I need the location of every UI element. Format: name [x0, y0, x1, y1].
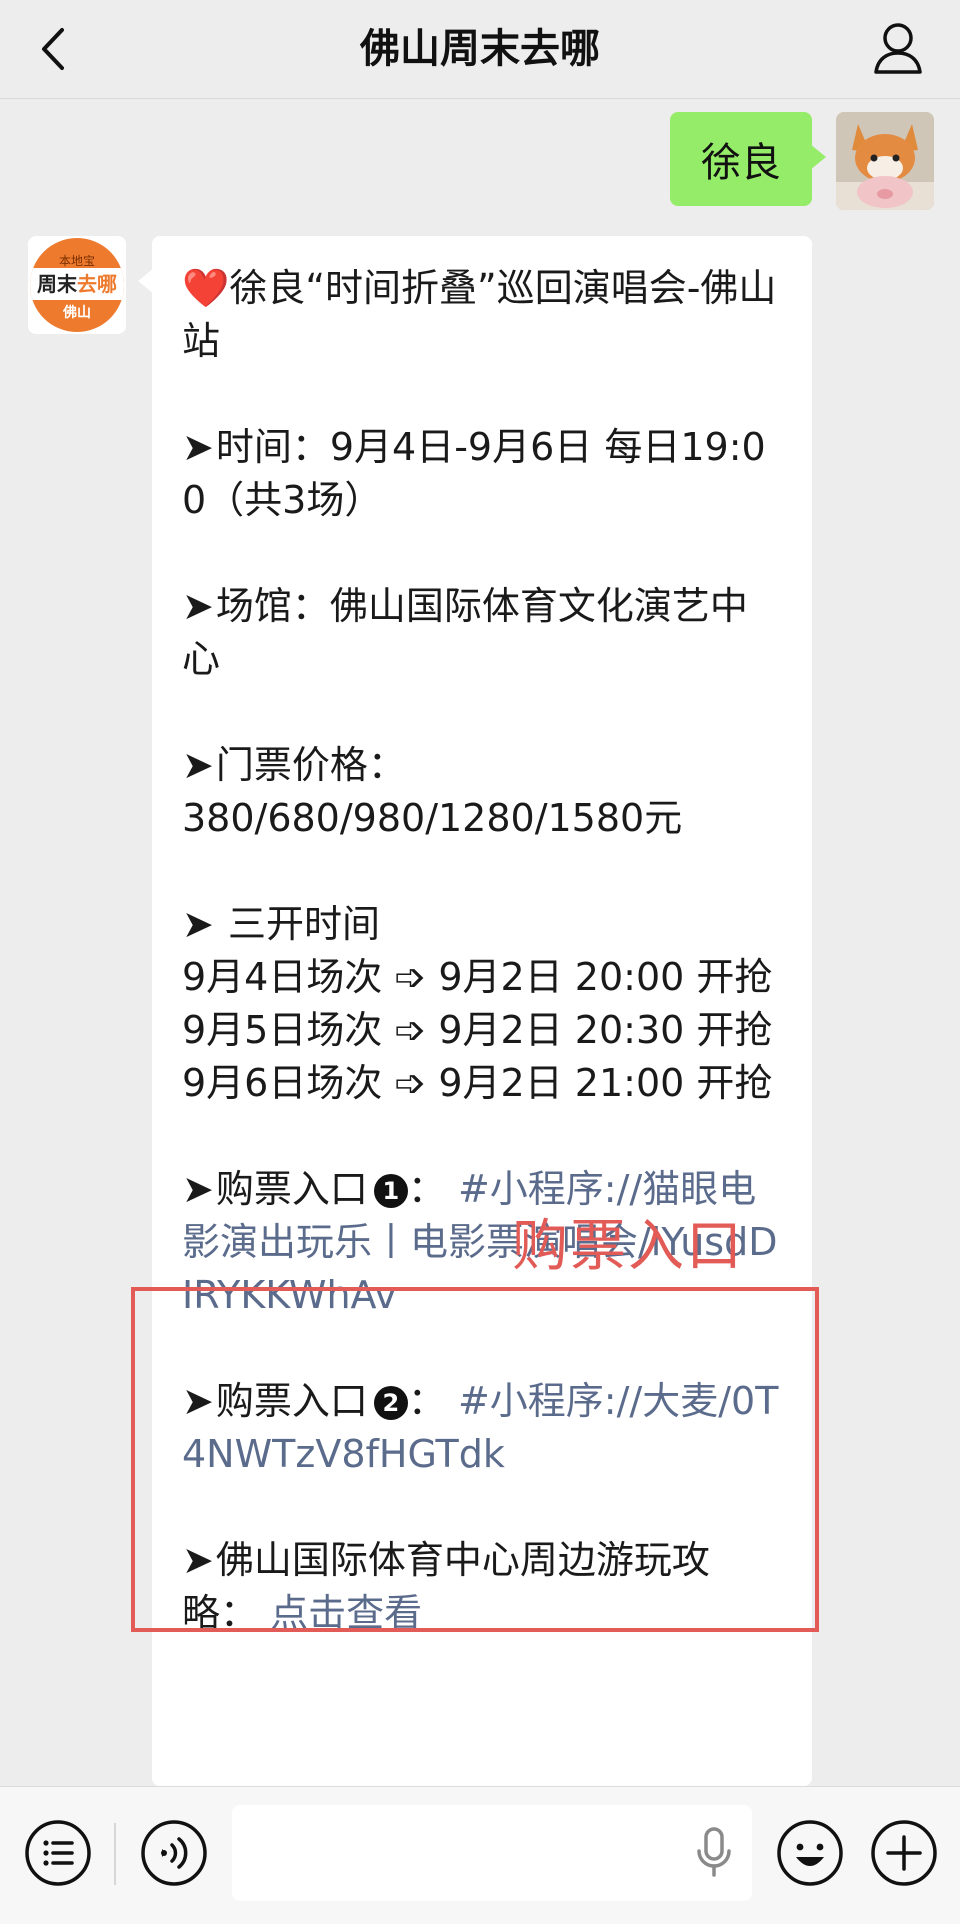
- arrow-icon: ➤: [182, 584, 214, 628]
- input-divider: [114, 1823, 116, 1885]
- sale-time-3: 9月6日场次 ➩ 9月2日 21:00 开抢: [182, 1061, 773, 1105]
- logo-band: 周末去哪: [30, 268, 124, 300]
- menu-button[interactable]: [24, 1819, 92, 1887]
- voice-toggle-icon: [141, 1820, 207, 1886]
- event-venue: ➤场馆：佛山国际体育文化演艺中心: [182, 580, 784, 686]
- input-bar: [0, 1786, 960, 1924]
- number-one-badge: 1: [373, 1174, 408, 1208]
- arrow-icon: ➤: [182, 425, 214, 469]
- heart-icon: ❤️: [182, 266, 230, 310]
- user-message-text: 徐良: [701, 140, 781, 186]
- sale-title: ➤ 三开时间: [182, 898, 784, 951]
- plus-icon: [871, 1820, 937, 1886]
- list-menu-icon: [25, 1820, 91, 1886]
- logo-left-text: 周末: [37, 272, 77, 296]
- user-avatar[interactable]: [836, 112, 934, 210]
- nav-bar: 佛山周末去哪: [0, 0, 960, 99]
- arrow-icon: ➤: [182, 902, 214, 946]
- ticket-entry-highlight-box: [131, 1287, 819, 1632]
- sale-time-1: 9月4日场次 ➩ 9月2日 20:00 开抢: [182, 955, 773, 999]
- profile-button[interactable]: [870, 18, 926, 78]
- plush-fox-avatar-image: [836, 112, 934, 210]
- account-logo: 本地宝 周末去哪 佛山: [30, 238, 124, 332]
- arrow-icon: ➤: [182, 1167, 214, 1211]
- microphone-icon: [697, 1827, 731, 1877]
- price-label: ➤门票价格：: [182, 739, 784, 792]
- message-input[interactable]: [232, 1805, 752, 1901]
- person-icon: [874, 23, 922, 74]
- price-value: 380/680/980/1280/1580元: [182, 796, 683, 840]
- emoji-icon: [777, 1820, 843, 1886]
- emoji-button[interactable]: [776, 1819, 844, 1887]
- arrow-icon: ➤: [182, 743, 214, 787]
- logo-bottom-text: 佛山: [63, 305, 91, 321]
- sale-time-2: 9月5日场次 ➩ 9月2日 20:30 开抢: [182, 1008, 773, 1052]
- page-title: 佛山周末去哪: [360, 26, 600, 72]
- event-time: ➤时间：9月4日-9月6日 每日19:00（共3场）: [182, 421, 784, 527]
- user-message-bubble[interactable]: 徐良: [670, 112, 826, 206]
- logo-right-text: 去哪: [77, 272, 117, 296]
- logo-top-text: 本地宝: [58, 254, 95, 268]
- more-button[interactable]: [870, 1819, 938, 1887]
- mic-button[interactable]: [694, 1827, 734, 1879]
- ticket-entry-annotation: 购票入口: [512, 1214, 744, 1279]
- bot-avatar[interactable]: 本地宝 周末去哪 佛山: [28, 236, 126, 334]
- event-title: ❤️徐良“时间折叠”巡回演唱会-佛山站: [182, 266, 777, 363]
- voice-button[interactable]: [140, 1819, 208, 1887]
